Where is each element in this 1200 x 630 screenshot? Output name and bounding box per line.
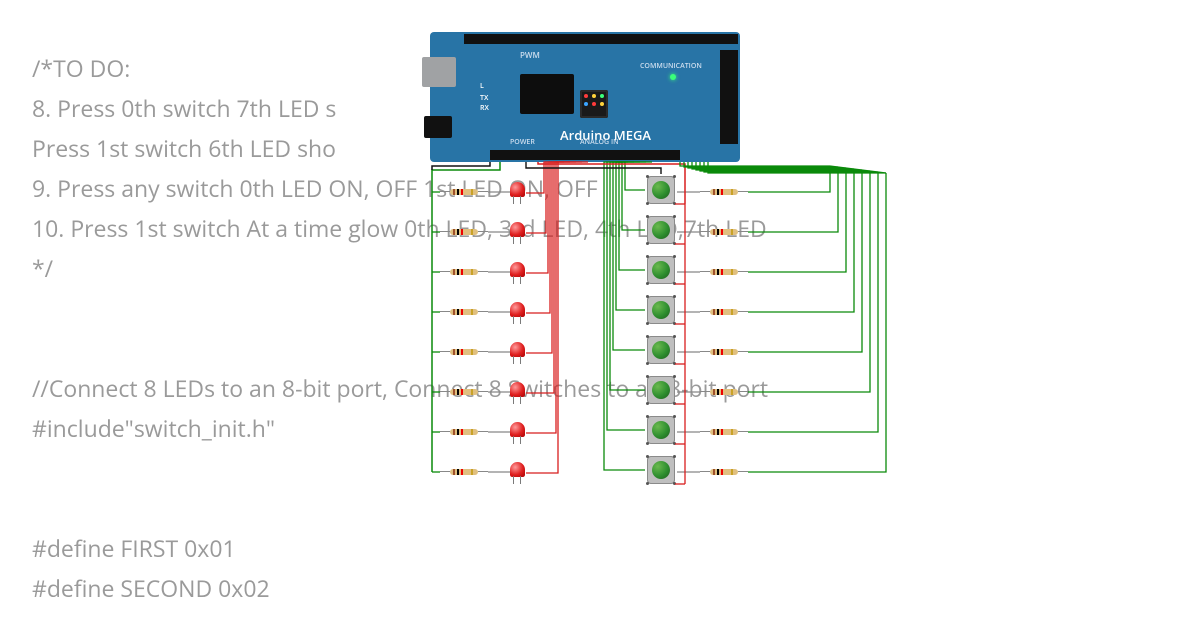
resistor-icon bbox=[700, 468, 748, 476]
comm-led-icon bbox=[670, 74, 676, 80]
tx-indicator-label: TX bbox=[480, 94, 488, 103]
resistor-icon bbox=[700, 268, 748, 276]
l-indicator-label: L bbox=[480, 82, 484, 91]
pushbutton[interactable] bbox=[645, 454, 677, 486]
power-label: POWER bbox=[510, 138, 535, 147]
main-chip-icon bbox=[520, 74, 574, 114]
right-pin-header bbox=[720, 50, 738, 144]
led-icon bbox=[510, 342, 525, 364]
led-icon bbox=[510, 462, 525, 484]
resistor-icon bbox=[700, 428, 748, 436]
resistor-icon bbox=[440, 468, 488, 476]
circuit-diagram: Arduino MEGA PWM COMMUNICATION POWER ANA… bbox=[400, 32, 920, 572]
led-icon bbox=[510, 382, 525, 404]
resistor-icon bbox=[700, 388, 748, 396]
pushbutton[interactable] bbox=[645, 214, 677, 246]
dc-jack-icon bbox=[424, 116, 452, 138]
led-icon bbox=[510, 422, 525, 444]
pushbutton[interactable] bbox=[645, 174, 677, 206]
usb-port-icon bbox=[422, 57, 456, 87]
resistor-icon bbox=[440, 228, 488, 236]
bottom-pin-header bbox=[490, 150, 680, 160]
led-icon bbox=[510, 222, 525, 244]
aux-chip-icon bbox=[580, 90, 608, 118]
resistor-icon bbox=[700, 188, 748, 196]
led-icon bbox=[510, 302, 525, 324]
resistor-icon bbox=[440, 268, 488, 276]
pwm-label: PWM bbox=[520, 50, 540, 61]
resistor-icon bbox=[700, 228, 748, 236]
rx-indicator-label: RX bbox=[480, 104, 489, 113]
resistor-icon bbox=[700, 348, 748, 356]
resistor-icon bbox=[700, 308, 748, 316]
arduino-mega-board: Arduino MEGA PWM COMMUNICATION POWER ANA… bbox=[430, 32, 740, 162]
pushbutton[interactable] bbox=[645, 334, 677, 366]
resistor-icon bbox=[440, 348, 488, 356]
resistor-icon bbox=[440, 428, 488, 436]
pushbutton[interactable] bbox=[645, 374, 677, 406]
resistor-icon bbox=[440, 388, 488, 396]
pushbutton[interactable] bbox=[645, 254, 677, 286]
led-icon bbox=[510, 182, 525, 204]
comm-label: COMMUNICATION bbox=[640, 62, 702, 71]
analog-label: ANALOG IN bbox=[580, 138, 619, 147]
pushbutton[interactable] bbox=[645, 294, 677, 326]
resistor-icon bbox=[440, 188, 488, 196]
top-pin-header bbox=[464, 34, 738, 44]
resistor-icon bbox=[440, 308, 488, 316]
led-icon bbox=[510, 262, 525, 284]
pushbutton[interactable] bbox=[645, 414, 677, 446]
